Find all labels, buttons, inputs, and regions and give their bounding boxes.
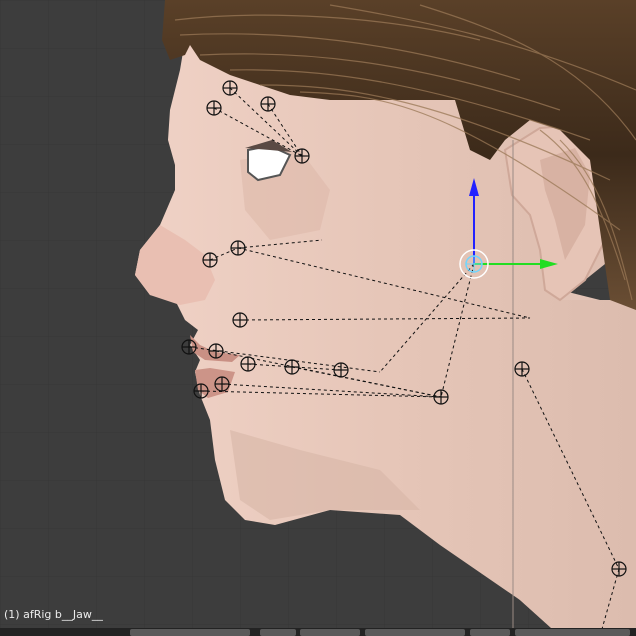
bone-joint-icon[interactable] (260, 96, 276, 112)
header-button[interactable] (300, 629, 360, 636)
3d-viewport[interactable]: (1) afRig b__Jaw__ (0, 0, 636, 636)
bone-joint-icon[interactable] (333, 362, 349, 378)
bone-joint-icon[interactable] (214, 376, 230, 392)
bone-joint-icon[interactable] (240, 356, 256, 372)
bone-joint-icon[interactable] (514, 361, 530, 377)
bone-joint-icon[interactable] (193, 383, 209, 399)
bone-joint-icon[interactable] (202, 252, 218, 268)
bone-joint-icon[interactable] (284, 359, 300, 375)
header-button[interactable] (470, 629, 510, 636)
bone-joint-icon[interactable] (222, 80, 238, 96)
bone-joint-icon[interactable] (232, 312, 248, 328)
header-button[interactable] (515, 629, 630, 636)
bone-joint-icon[interactable] (433, 389, 449, 405)
header-button[interactable] (130, 629, 250, 636)
header-button[interactable] (260, 629, 296, 636)
bone-joint-icon[interactable] (611, 561, 627, 577)
scene-canvas[interactable] (0, 0, 636, 636)
header-button[interactable] (365, 629, 465, 636)
bone-joint-icon[interactable] (181, 339, 197, 355)
bone-joint-icon[interactable] (230, 240, 246, 256)
bone-joint-icon[interactable] (294, 148, 310, 164)
bone-joint-icon[interactable] (206, 100, 222, 116)
viewport-status-text: (1) afRig b__Jaw__ (4, 608, 103, 621)
bone-joint-icon[interactable] (208, 343, 224, 359)
